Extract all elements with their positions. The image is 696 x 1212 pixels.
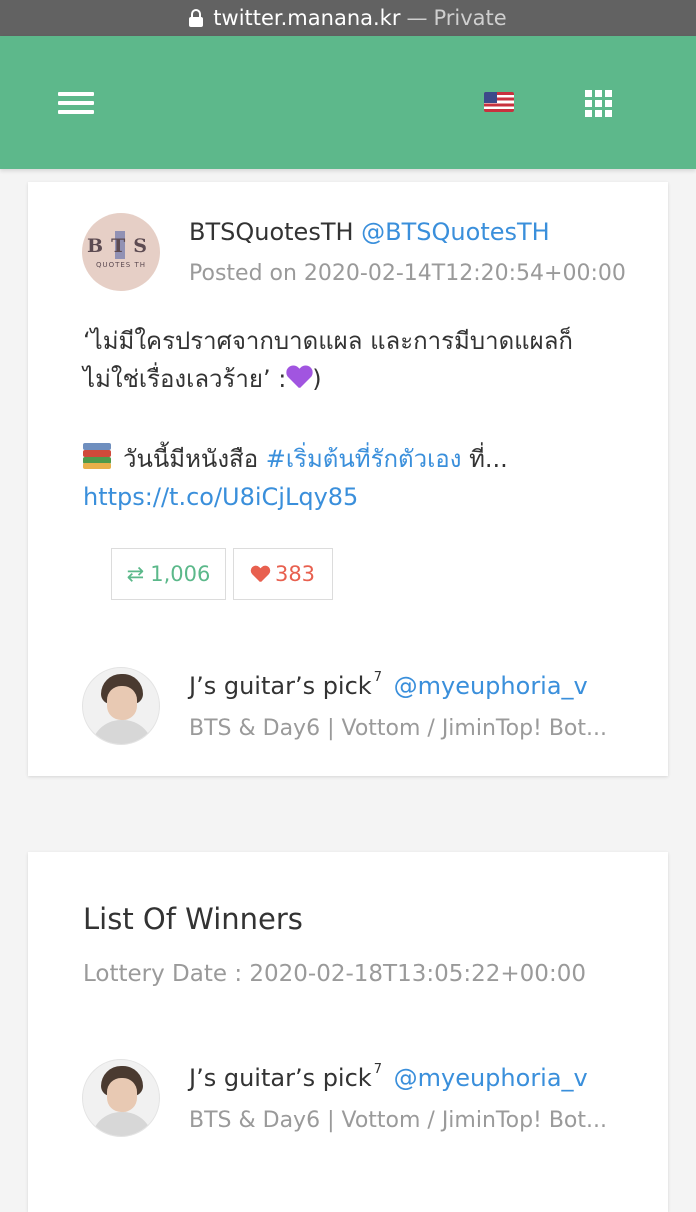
avatar-logo-subtext: QUOTES TH [95,261,147,269]
retweet-icon: ⇄ [126,562,145,586]
tweet-card: BTS QUOTES TH BTSQuotesTH @BTSQuotesTH P… [28,182,668,776]
tweet-url-link[interactable]: https://t.co/U8iCjLqy85 [83,478,643,516]
like-count: 383 [274,562,316,586]
posted-timestamp: Posted on 2020-02-14T12:20:54+00:00 [189,261,626,286]
tweet-text: ‘ไม่มีใครปราศจากบาดแผล และการมีบาดแผลก็ … [83,322,643,398]
tweet-text-line: ‘ไม่มีใครปราศจากบาดแผล และการมีบาดแผลก็ [83,327,573,355]
lock-icon [189,9,204,27]
participant-name[interactable]: J’s guitar’s pick [189,672,372,700]
author-line: BTSQuotesTH @BTSQuotesTH [189,218,550,246]
browser-url-bar[interactable]: twitter.manana.kr — Private [0,0,696,36]
avatar-logo-text: BTS [87,235,155,257]
winner-bio: BTS & Day6 | Vottom / JiminTop! Bot... [189,1108,607,1133]
winner-handle[interactable]: @myeuphoria_v [394,1064,588,1092]
author-name[interactable]: BTSQuotesTH [189,218,354,246]
retweet-count-button[interactable]: ⇄ 1,006 [111,548,226,600]
tweet-text-line: วันนี้มีหนังสือ #เริ่มต้นที่รักตัวเอง ที… [83,440,643,478]
books-icon [83,443,111,469]
author-handle[interactable]: @BTSQuotesTH [361,218,550,246]
participant-handle[interactable]: @myeuphoria_v [394,672,588,700]
author-avatar[interactable]: BTS QUOTES TH [82,213,160,291]
hashtag-link[interactable]: #เริ่มต้นที่รักตัวเอง [266,445,462,473]
url-text: twitter.manana.kr [213,6,401,30]
purple-heart-icon [286,366,312,388]
hamburger-menu-icon[interactable] [58,90,96,116]
tweet-text-line: ไม่ใช่เรื่องเลวร้าย’ :) [83,365,322,393]
winner-name[interactable]: J’s guitar’s pick [189,1064,372,1092]
winners-title: List Of Winners [83,902,303,936]
winner-avatar[interactable] [82,1059,160,1137]
like-count-button[interactable]: 383 [233,548,333,600]
grid-apps-icon[interactable] [585,90,613,118]
private-mode-label: Private [433,6,507,30]
url-separator: — [406,6,428,30]
lottery-date: Lottery Date : 2020-02-18T13:05:22+00:00 [83,961,586,987]
participant-bio: BTS & Day6 | Vottom / JiminTop! Bot... [189,716,607,741]
retweet-count: 1,006 [150,562,211,586]
tweet-text-2: วันนี้มีหนังสือ #เริ่มต้นที่รักตัวเอง ที… [83,440,643,516]
winner-line: J’s guitar’s pick 7 @myeuphoria_v [189,1062,588,1092]
us-flag-icon[interactable] [484,92,514,112]
participant-line: J’s guitar’s pick 7 @myeuphoria_v [189,670,588,700]
winners-card: List Of Winners Lottery Date : 2020-02-1… [28,852,668,1212]
heart-icon [251,566,269,582]
top-navbar [0,36,696,169]
participant-avatar[interactable] [82,667,160,745]
